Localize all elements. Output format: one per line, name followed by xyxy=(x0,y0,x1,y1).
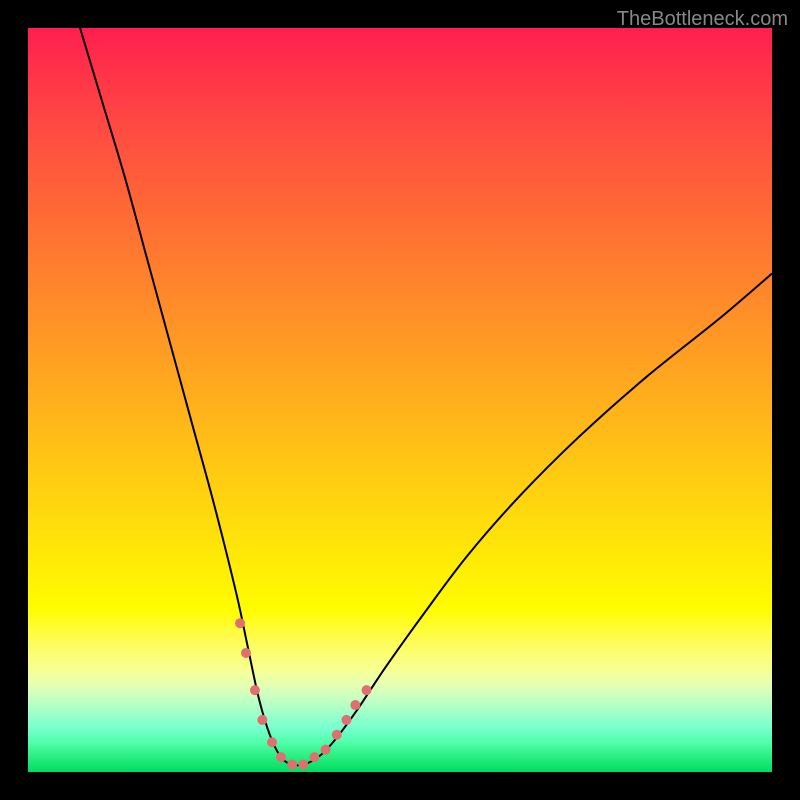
chart-area xyxy=(28,28,772,772)
scatter-point xyxy=(341,715,351,725)
scatter-point xyxy=(241,648,251,658)
scatter-point xyxy=(362,685,372,695)
watermark-text: TheBottleneck.com xyxy=(617,8,788,31)
scatter-point xyxy=(298,760,308,770)
scatter-point xyxy=(250,685,260,695)
scatter-point xyxy=(267,737,277,747)
scatter-point xyxy=(257,715,267,725)
scatter-layer xyxy=(28,28,772,772)
scatter-point xyxy=(332,730,342,740)
scatter-point xyxy=(350,700,360,710)
scatter-point xyxy=(235,618,245,628)
scatter-point xyxy=(287,760,297,770)
scatter-point xyxy=(321,745,331,755)
scatter-point xyxy=(276,752,286,762)
scatter-point xyxy=(309,752,319,762)
scatter-points xyxy=(235,618,371,769)
